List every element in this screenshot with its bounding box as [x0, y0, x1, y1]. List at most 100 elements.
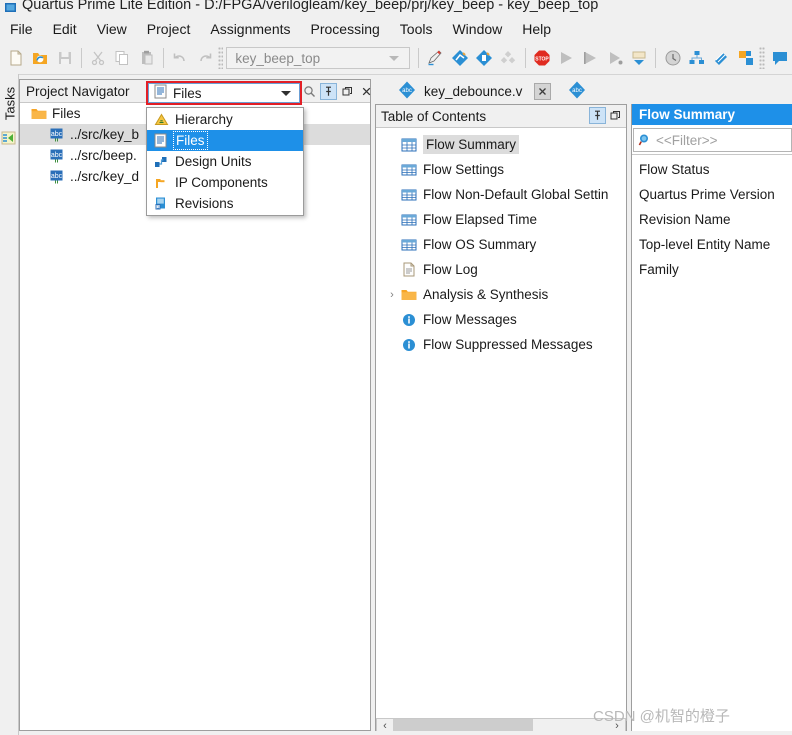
report-table-icon [398, 138, 420, 152]
flow-summary-row[interactable]: Top-level Entity Name [632, 232, 792, 257]
toolbar-gripper-2[interactable] [758, 47, 765, 69]
maximize-icon[interactable] [340, 84, 355, 99]
pin-assignment-icon[interactable] [424, 46, 446, 70]
menu-assignments[interactable]: Assignments [200, 18, 300, 40]
programmer-icon[interactable] [628, 46, 650, 70]
open-project-icon[interactable] [29, 46, 51, 70]
close-icon[interactable] [359, 84, 374, 99]
redo-icon[interactable] [193, 46, 215, 70]
pin-icon[interactable] [589, 107, 606, 124]
flow-summary-row[interactable]: Family [632, 257, 792, 282]
start-analysis-icon[interactable] [579, 46, 601, 70]
menu-edit[interactable]: Edit [43, 18, 87, 40]
toc-item-analysis-synthesis[interactable]: › Analysis & Synthesis [376, 282, 626, 307]
toc-item-flow-non-default-global-settings[interactable]: Flow Non-Default Global Settin [376, 182, 626, 207]
svg-text:abc: abc [572, 88, 582, 94]
menu-tools[interactable]: Tools [390, 18, 443, 40]
view-combo-value: Files [173, 85, 202, 101]
flow-summary-filter[interactable]: <<Filter>> [633, 128, 792, 152]
info-icon [398, 313, 420, 327]
platform-designer-icon[interactable] [735, 46, 757, 70]
analysis-synthesis-icon[interactable] [604, 46, 626, 70]
toc-item-label: Flow Suppressed Messages [423, 337, 593, 352]
menu-help[interactable]: Help [512, 18, 561, 40]
tree-item-label: ../src/beep. [70, 148, 137, 163]
tree-root-label: Files [52, 106, 81, 121]
flow-summary-row-label: Top-level Entity Name [639, 237, 771, 252]
assignment-editor-icon[interactable] [497, 46, 519, 70]
project-navigator-view-combo[interactable]: Files [146, 81, 302, 105]
timing-analyzer-icon[interactable] [661, 46, 683, 70]
toc-item-flow-log[interactable]: Flow Log [376, 257, 626, 282]
tasks-icon[interactable] [1, 130, 17, 146]
view-combo-dropdown: Hierarchy Files Design Units IP Componen… [146, 107, 304, 216]
window-bottom-edge [19, 731, 792, 735]
maximize-icon[interactable] [608, 108, 623, 123]
files-icon [154, 84, 168, 102]
dropdown-item-files[interactable]: Files [147, 130, 303, 151]
revision-combo-value: key_beep_top [235, 50, 321, 66]
report-tab-key-debounce[interactable]: abc key_debounce.v [389, 79, 560, 104]
toc-item-flow-elapsed-time[interactable]: Flow Elapsed Time [376, 207, 626, 232]
netlist-viewer-icon[interactable] [686, 46, 708, 70]
paste-icon[interactable] [136, 46, 158, 70]
report-tab-secondary[interactable]: abc [559, 79, 596, 104]
table-of-contents-body: Flow Summary Flow Settings Flow Non-Defa… [376, 128, 626, 730]
menu-project[interactable]: Project [137, 18, 201, 40]
files-icon [151, 133, 171, 148]
dropdown-item-label: Files [173, 131, 208, 150]
settings-icon[interactable] [448, 46, 470, 70]
quartus-main-window: Quartus Prime Lite Edition - D:/FPGA/ver… [0, 0, 792, 735]
svg-text:STOP: STOP [535, 57, 549, 63]
hierarchy-icon [151, 113, 171, 127]
dropdown-item-ip-components[interactable]: IP Components [147, 172, 303, 193]
toc-item-label: Flow Messages [423, 312, 517, 327]
expand-chevron-icon[interactable]: › [386, 289, 398, 301]
flow-summary-row[interactable]: Revision Name [632, 207, 792, 232]
undo-icon[interactable] [169, 46, 191, 70]
dropdown-item-design-units[interactable]: Design Units [147, 151, 303, 172]
svg-text:abc: abc [51, 152, 63, 159]
start-compilation-icon[interactable] [555, 46, 577, 70]
device-icon[interactable] [473, 46, 495, 70]
flow-summary-row-label: Family [639, 262, 679, 277]
new-file-icon[interactable] [5, 46, 27, 70]
toc-item-flow-summary[interactable]: Flow Summary [376, 132, 626, 157]
cut-icon[interactable] [87, 46, 109, 70]
report-table-icon [398, 238, 420, 252]
dropdown-item-revisions[interactable]: 1 Revisions [147, 193, 303, 214]
tree-item-label: ../src/key_b [70, 127, 140, 142]
menu-view[interactable]: View [87, 18, 137, 40]
folder-icon [398, 288, 420, 302]
menu-file[interactable]: File [0, 18, 43, 40]
report-tab-label: key_debounce.v [424, 84, 523, 99]
menu-window[interactable]: Window [442, 18, 512, 40]
dropdown-item-hierarchy[interactable]: Hierarchy [147, 109, 303, 130]
flow-summary-row[interactable]: Flow Status [632, 157, 792, 182]
toolbar-gripper[interactable] [217, 47, 224, 69]
copy-icon[interactable] [111, 46, 133, 70]
dropdown-item-label: Revisions [175, 196, 234, 211]
vertical-tab-tasks[interactable]: Tasks [3, 81, 18, 127]
toc-item-flow-suppressed-messages[interactable]: Flow Suppressed Messages [376, 332, 626, 357]
message-icon[interactable] [769, 46, 791, 70]
signaltap-icon[interactable] [710, 46, 732, 70]
stop-icon[interactable]: STOP [530, 46, 552, 70]
title-bar: Quartus Prime Lite Edition - D:/FPGA/ver… [0, 0, 792, 16]
report-table-icon [398, 188, 420, 202]
toc-item-flow-settings[interactable]: Flow Settings [376, 157, 626, 182]
tree-item-label: ../src/key_d [70, 169, 140, 184]
search-icon[interactable] [302, 84, 317, 99]
toc-item-label: Flow Settings [423, 162, 505, 177]
menu-processing[interactable]: Processing [301, 18, 390, 40]
toc-item-flow-messages[interactable]: Flow Messages [376, 307, 626, 332]
save-icon[interactable] [54, 46, 76, 70]
toc-item-label: Flow Non-Default Global Settin [423, 187, 609, 202]
toc-item-label: Flow Log [423, 262, 478, 277]
toc-item-flow-os-summary[interactable]: Flow OS Summary [376, 232, 626, 257]
flow-summary-row[interactable]: Quartus Prime Version [632, 182, 792, 207]
close-icon[interactable] [534, 83, 552, 100]
ip-components-icon [151, 176, 171, 190]
pin-icon[interactable] [320, 83, 337, 100]
revision-combo[interactable]: key_beep_top [226, 47, 411, 69]
